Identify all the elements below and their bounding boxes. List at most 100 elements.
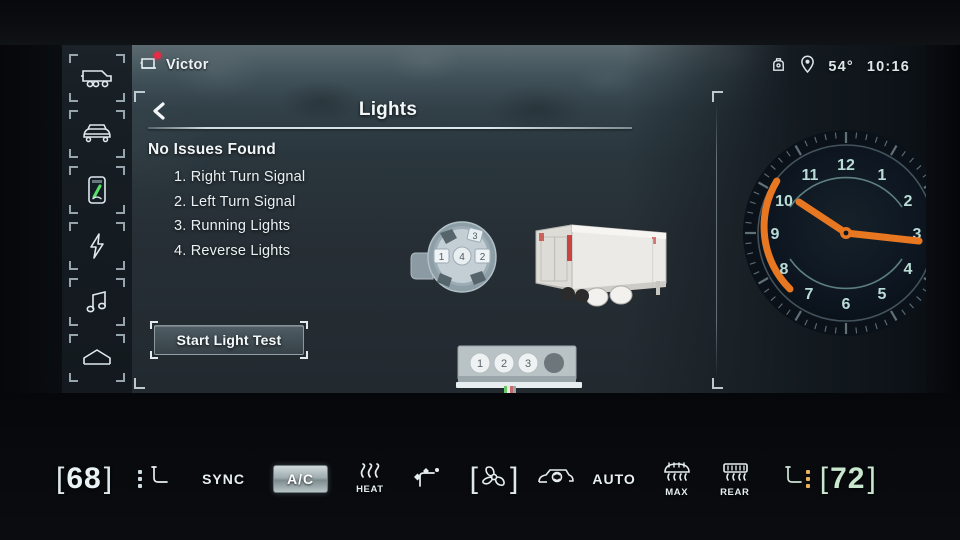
recirculate-button[interactable] xyxy=(536,465,576,494)
start-light-test-label: Start Light Test xyxy=(176,332,282,348)
sidebar-item-trailering[interactable] xyxy=(69,54,125,102)
fan-icon xyxy=(481,464,507,495)
bracket-right: ] xyxy=(867,462,876,495)
driver-seat-icon xyxy=(146,464,172,495)
profile-name: Victor xyxy=(166,57,209,73)
seat-level-dots xyxy=(805,470,810,488)
max-defrost-button[interactable]: MAX xyxy=(660,461,694,498)
svg-text:8: 8 xyxy=(780,261,789,278)
panel-corner-top-right xyxy=(712,91,723,102)
sidebar-item-vehicle[interactable] xyxy=(69,110,125,158)
bezel-right xyxy=(926,45,960,393)
status-header: Victor 54° 10:16 xyxy=(132,45,926,87)
analog-clock[interactable]: 12 1 2 3 4 5 6 7 8 9 10 11 xyxy=(742,129,926,342)
panel-divider xyxy=(716,103,717,377)
svg-text:3: 3 xyxy=(525,358,531,370)
bezel-top xyxy=(0,0,960,45)
home-icon xyxy=(81,347,113,369)
sidebar-item-phone-projection[interactable] xyxy=(69,166,125,214)
svg-text:5: 5 xyxy=(878,286,887,303)
clock-readout: 10:16 xyxy=(866,58,910,75)
svg-text:1: 1 xyxy=(477,358,483,370)
sidebar-rail xyxy=(62,45,132,393)
heat-label: HEAT xyxy=(356,484,384,495)
status-indicators: 54° 10:16 xyxy=(770,55,910,78)
bracket-right: ] xyxy=(510,462,519,495)
status-message: No Issues Found xyxy=(148,141,276,158)
heated-seat-button[interactable]: HEAT xyxy=(356,463,384,495)
svg-text:1: 1 xyxy=(878,167,887,184)
bracket-left: [ xyxy=(56,462,65,495)
music-note-icon xyxy=(84,289,110,315)
bracket-right: ] xyxy=(103,462,113,495)
sidebar-item-home[interactable] xyxy=(69,334,125,382)
list-item: 2. Left Turn Signal xyxy=(174,193,296,210)
list-item: 4. Reverse Lights xyxy=(174,242,291,259)
heat-waves-icon xyxy=(357,463,383,483)
rear-defrost-icon xyxy=(718,461,752,486)
rear-label: REAR xyxy=(720,486,750,498)
passenger-temp-value: 72 xyxy=(830,462,866,495)
bracket-left: [ xyxy=(819,462,829,495)
vehicle-alert-icon[interactable] xyxy=(770,56,787,78)
seat-level-dots xyxy=(138,470,143,488)
svg-text:2: 2 xyxy=(501,358,507,370)
temperature-readout: 54° xyxy=(828,58,854,75)
list-item: 1. Right Turn Signal xyxy=(174,169,306,185)
trailer-light-bar-graphic: 1 2 3 xyxy=(454,342,586,393)
sidebar-item-audio[interactable] xyxy=(69,278,125,326)
passenger-temperature[interactable]: [ 72 ] xyxy=(820,462,876,496)
start-light-test-button[interactable]: Start Light Test xyxy=(150,321,308,359)
driver-temp-value: 68 xyxy=(66,462,102,495)
svg-text:4: 4 xyxy=(904,261,913,278)
svg-text:2: 2 xyxy=(904,193,913,210)
clock-panel: 12 1 2 3 4 5 6 7 8 9 10 11 xyxy=(650,87,926,393)
title-divider xyxy=(148,127,632,129)
notification-dot xyxy=(154,52,161,59)
ac-label: A/C xyxy=(286,471,315,487)
sync-label: SYNC xyxy=(202,471,245,487)
svg-text:11: 11 xyxy=(802,167,819,184)
trailer-profile-icon xyxy=(140,52,161,76)
profile-badge[interactable]: Victor xyxy=(140,52,209,76)
auto-button[interactable]: AUTO xyxy=(592,471,635,487)
passenger-seat-button[interactable] xyxy=(780,464,814,495)
lights-panel: Lights No Issues Found 1. Right Turn Sig… xyxy=(132,87,667,393)
page-title: Lights xyxy=(358,99,418,120)
svg-text:2: 2 xyxy=(480,252,486,263)
driver-temperature[interactable]: [ 68 ] xyxy=(56,462,112,496)
svg-text:12: 12 xyxy=(837,157,855,174)
driver-seat-button[interactable] xyxy=(138,464,172,495)
svg-text:1: 1 xyxy=(439,252,445,263)
passenger-seat-icon xyxy=(780,464,806,495)
list-item: 3. Running Lights xyxy=(174,218,291,234)
seat-ventilation-icon xyxy=(410,464,444,495)
lights-list: 1. Right Turn Signal 2. Left Turn Signal… xyxy=(174,169,305,267)
ac-button[interactable]: A/C xyxy=(272,465,329,493)
panel-titlebar: Lights xyxy=(132,95,644,131)
auto-label: AUTO xyxy=(592,471,636,487)
car-front-icon xyxy=(80,123,114,145)
max-label: MAX xyxy=(665,486,689,498)
sync-button[interactable]: SYNC xyxy=(202,471,245,487)
recirculate-air-icon xyxy=(536,465,576,494)
rear-defrost-button[interactable]: REAR xyxy=(718,461,752,498)
trailer-icon xyxy=(80,67,114,89)
front-defrost-icon xyxy=(660,461,694,486)
svg-text:3: 3 xyxy=(472,231,477,241)
svg-text:9: 9 xyxy=(771,226,780,243)
sidebar-item-energy[interactable] xyxy=(69,222,125,270)
lightning-bolt-icon xyxy=(86,232,108,260)
seat-ventilation-button[interactable] xyxy=(410,464,444,495)
svg-text:6: 6 xyxy=(842,296,851,313)
svg-text:10: 10 xyxy=(775,193,793,210)
panel-corner-bottom-left xyxy=(134,378,145,389)
svg-text:4: 4 xyxy=(459,252,465,263)
seven-pin-connector-graphic: 4 1 2 3 xyxy=(410,217,502,304)
location-pin-icon[interactable] xyxy=(800,55,815,78)
infotainment-screenshot: Victor 54° 10:16 Lights No Issues Found … xyxy=(0,0,960,540)
fan-speed-control[interactable]: [ ] xyxy=(470,462,519,496)
display-screen: Victor 54° 10:16 Lights No Issues Found … xyxy=(62,45,926,393)
bezel-left xyxy=(0,45,62,393)
svg-text:7: 7 xyxy=(805,286,814,303)
